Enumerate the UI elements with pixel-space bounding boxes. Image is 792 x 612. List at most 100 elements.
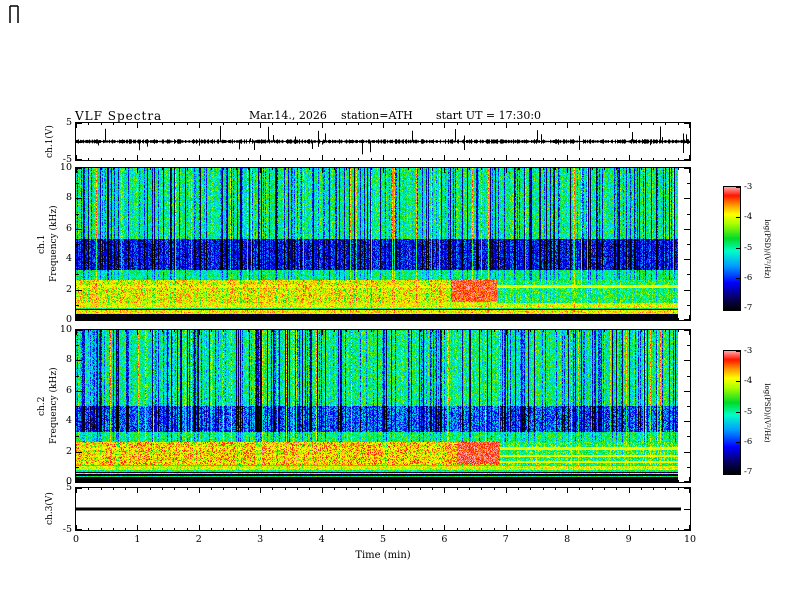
print-artifact-mark (9, 5, 19, 23)
x-tick (248, 168, 249, 170)
x-tick (678, 488, 679, 490)
x-tick (555, 158, 556, 160)
x-tick (579, 158, 580, 160)
x-tick (137, 477, 138, 482)
x-tick (211, 168, 212, 170)
x-tick (420, 168, 421, 170)
x-tick (211, 318, 212, 320)
x-tick (616, 480, 617, 482)
x-tick (665, 488, 666, 490)
x-tick (494, 528, 495, 530)
x-tick (629, 315, 630, 320)
x-tick (88, 168, 89, 170)
x-tick (101, 528, 102, 530)
x-tick (555, 330, 556, 332)
y-tick-label: 6 (65, 222, 72, 234)
y-minor-tick (687, 305, 690, 306)
x-tick (567, 155, 568, 160)
x-tick (322, 168, 323, 173)
x-tick (137, 155, 138, 160)
x-tick (260, 330, 261, 335)
x-tick (444, 330, 445, 335)
y-tick-label: 8 (65, 192, 72, 204)
y-tick (76, 391, 82, 392)
x-tick (444, 315, 445, 320)
y-minor-tick (76, 345, 79, 346)
x-tick (272, 318, 273, 320)
x-tick (187, 488, 188, 490)
x-tick (604, 168, 605, 170)
x-tick (616, 330, 617, 332)
x-tick (334, 168, 335, 170)
x-tick (408, 318, 409, 320)
x-tick (678, 158, 679, 160)
x-tick (150, 168, 151, 170)
x-tick (408, 330, 409, 332)
x-tick (260, 123, 261, 128)
x-tick (101, 123, 102, 125)
x-tick (506, 477, 507, 482)
y-tick-label: 6 (65, 384, 72, 396)
x-tick-label: 6 (441, 534, 448, 545)
x-tick (653, 318, 654, 320)
ch2-spectrogram-plot (76, 330, 690, 482)
x-tick-label: 10 (683, 534, 697, 545)
x-tick (579, 488, 580, 490)
y-minor-tick (76, 305, 79, 306)
date-label: Mar.14., 2026 (249, 109, 327, 122)
colorbar-tick (736, 442, 740, 443)
y-tick (684, 488, 690, 489)
x-tick (383, 477, 384, 482)
x-tick (174, 168, 175, 170)
x-tick (457, 480, 458, 482)
x-tick (469, 168, 470, 170)
x-tick (530, 528, 531, 530)
x-tick (481, 488, 482, 490)
x-tick (371, 330, 372, 332)
x-tick (309, 158, 310, 160)
x-tick (113, 168, 114, 170)
x-tick (506, 123, 507, 128)
x-tick (371, 480, 372, 482)
ylabel-ch1-frequency: Frequency (kHz) (49, 205, 59, 283)
y-tick (76, 198, 82, 199)
x-tick (223, 158, 224, 160)
x-tick (88, 488, 89, 490)
ch3-waveform-panel: 5 -5 0 1 2 3 4 5 6 7 8 9 10 (63, 482, 696, 545)
x-tick (174, 330, 175, 332)
x-tick (199, 315, 200, 320)
x-tick (297, 123, 298, 125)
x-tick (506, 330, 507, 335)
x-tick (322, 315, 323, 320)
x-tick (494, 158, 495, 160)
x-tick (567, 123, 568, 128)
x-tick (543, 480, 544, 482)
x-tick (543, 330, 544, 332)
x-tick (604, 123, 605, 125)
x-tick (199, 168, 200, 173)
x-tick (543, 528, 544, 530)
x-tick (211, 488, 212, 490)
x-tick (236, 528, 237, 530)
x-tick-label: 5 (379, 534, 387, 545)
x-tick (518, 168, 519, 170)
x-tick (309, 480, 310, 482)
x-tick-label: 2 (195, 534, 202, 545)
x-tick (555, 488, 556, 490)
x-tick (665, 168, 666, 170)
x-tick (444, 525, 445, 530)
x-tick (678, 480, 679, 482)
x-tick (174, 480, 175, 482)
y-tick (684, 529, 690, 530)
x-tick (555, 123, 556, 125)
x-tick (322, 330, 323, 335)
x-tick (469, 528, 470, 530)
x-tick (101, 158, 102, 160)
x-tick (408, 123, 409, 125)
x-tick (604, 480, 605, 482)
x-tick (432, 528, 433, 530)
x-tick (469, 158, 470, 160)
x-tick (481, 318, 482, 320)
y-tick (76, 452, 82, 453)
x-tick (579, 480, 580, 482)
